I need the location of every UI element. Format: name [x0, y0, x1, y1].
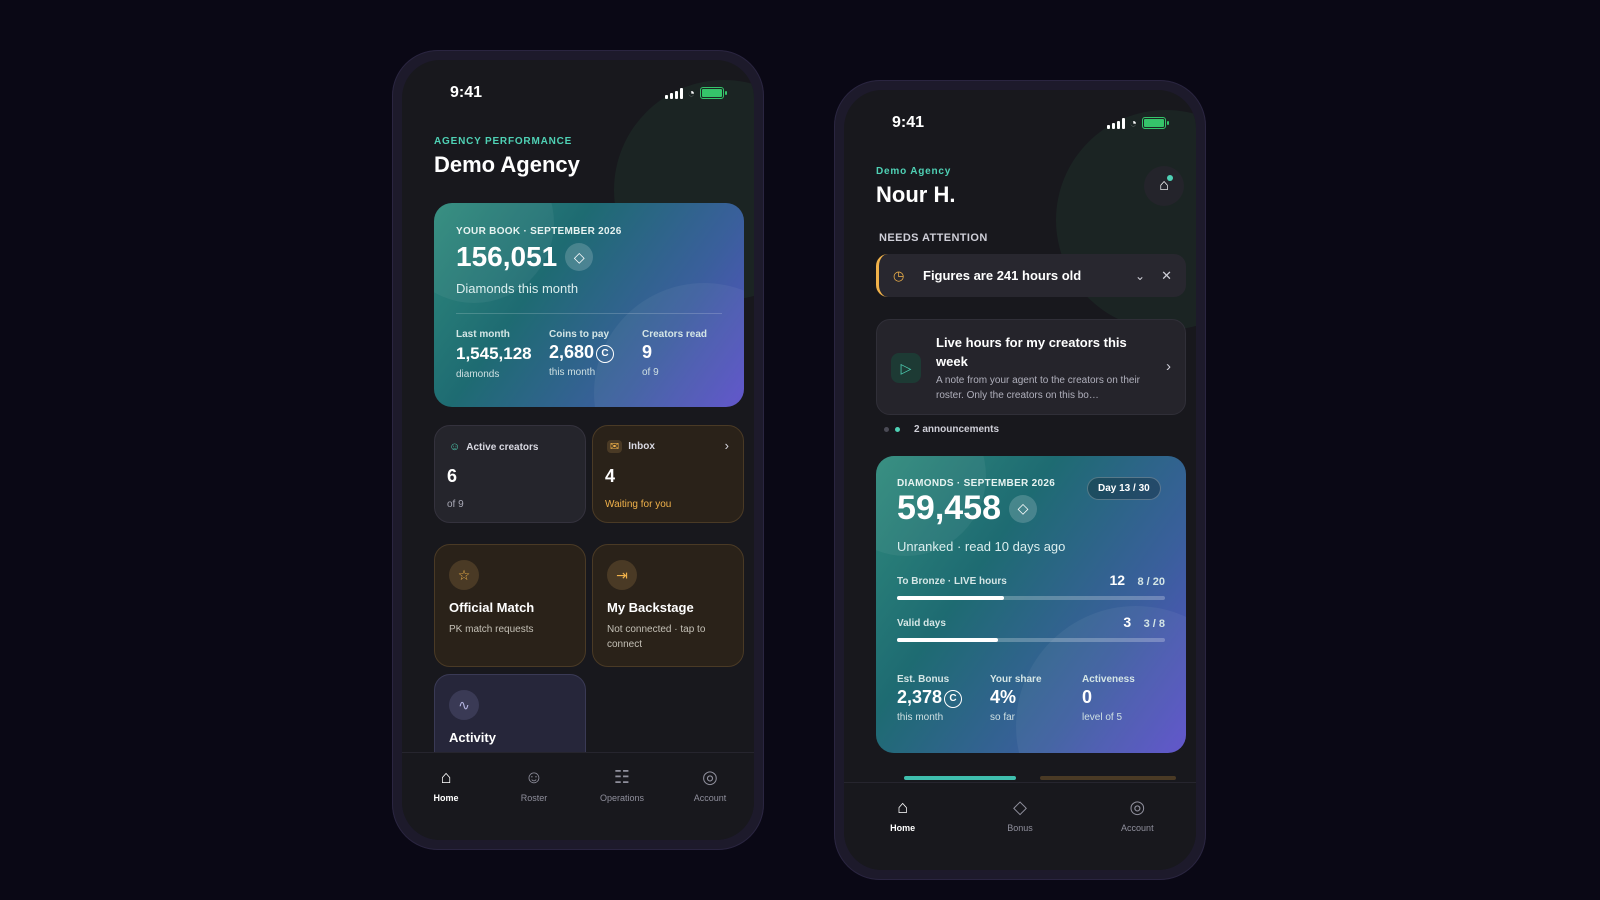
diamonds-hero-card[interactable]: DIAMONDS · SEPTEMBER 2026 Day 13 / 30 59… — [876, 456, 1186, 753]
hero-value: 156,051 — [456, 241, 558, 272]
bronze-progress-bar — [897, 596, 1165, 600]
phone-creator: 9:41 ◔ Demo Agency Nour H. ⌂ NEEDS ATTEN… — [834, 80, 1206, 880]
phone-agency-screen: 9:41 ◔ AGENCY PERFORMANCE Demo Agency YO… — [402, 60, 754, 840]
section-label: NEEDS ATTENTION — [879, 232, 988, 244]
backstage-tile[interactable]: ⇥ My Backstage Not connected · tap to co… — [592, 544, 744, 667]
home-icon: ⌂ — [897, 797, 909, 817]
hero-label: YOUR BOOK · SEPTEMBER 2026 — [456, 226, 622, 237]
battery-icon — [700, 87, 727, 99]
pulse-icon: ∿ — [449, 690, 479, 720]
next-card-peek-teal — [904, 776, 1016, 780]
announcement-pager[interactable]: 2 announcements — [884, 424, 999, 435]
page-eyebrow: AGENCY PERFORMANCE — [434, 136, 573, 147]
users-icon: ☺ — [449, 441, 461, 453]
users-icon: ☺ — [524, 767, 544, 787]
next-card-peek-amber — [1040, 776, 1176, 780]
tab-home[interactable]: ⌂ Home — [868, 797, 938, 870]
page-title: Nour H. — [876, 182, 956, 207]
active-creators-tile[interactable]: ☺ Active creators 6 of 9 — [434, 425, 586, 523]
account-icon: ◎ — [1129, 797, 1146, 817]
bronze-progress-fill — [897, 596, 1005, 600]
stat-coins-to-pay: Coins to pay 2,680 C this month — [549, 329, 615, 378]
diamond-icon: ◇ — [565, 243, 594, 271]
tab-operations[interactable]: ☷ Operations — [587, 767, 657, 840]
hero-subtitle: Diamonds this month — [456, 281, 579, 296]
clock-icon: ◷ — [893, 267, 905, 283]
coin-icon: C — [596, 344, 615, 363]
page-title: Demo Agency — [434, 152, 580, 177]
status-time: 9:41 — [450, 84, 483, 101]
inbox-tile[interactable]: ✉ Inbox › 4 Waiting for you — [592, 425, 744, 523]
login-icon: ⇥ — [607, 560, 637, 590]
coin-icon: C — [944, 689, 963, 708]
stat-last-month: Last month 1,545,128 diamonds — [456, 329, 532, 380]
mail-icon: ✉ — [607, 440, 623, 453]
megaphone-icon: ▷ — [891, 353, 921, 383]
hero-label: DIAMONDS · SEPTEMBER 2026 — [897, 478, 1056, 489]
phone-agency: 9:41 ◔ AGENCY PERFORMANCE Demo Agency YO… — [392, 50, 764, 850]
trophy-icon: ☆ — [449, 560, 479, 590]
pager-dot — [884, 427, 889, 432]
stat-your-share: Your share 4% so far — [990, 674, 1042, 723]
stat-activeness: Activeness 0 level of 5 — [1082, 674, 1135, 723]
tab-bar: ⌂ Home ☺ Roster ☷ Operations ◎ Account — [402, 752, 754, 840]
close-icon[interactable]: ✕ — [1161, 268, 1172, 284]
diamond-icon: ◇ — [1013, 797, 1027, 817]
stale-figures-alert[interactable]: ◷ Figures are 241 hours old ⌄ ✕ — [876, 254, 1186, 297]
announcement-card[interactable]: ▷ Live hours for my creators this week A… — [876, 319, 1186, 415]
pager-dot-active — [895, 427, 900, 432]
valid-days-progress-bar — [897, 638, 1165, 642]
tab-roster[interactable]: ☺ Roster — [499, 767, 569, 840]
status-bar: 9:41 ◔ — [844, 114, 1196, 132]
grid-icon: ☷ — [613, 767, 631, 787]
status-time: 9:41 — [892, 114, 925, 131]
day-progress-pill: Day 13 / 30 — [1087, 477, 1161, 500]
wifi-icon: ◔ — [687, 86, 695, 100]
signal-icon — [664, 87, 683, 99]
tab-account[interactable]: ◎ Account — [675, 767, 745, 840]
tab-bonus[interactable]: ◇ Bonus — [985, 797, 1055, 870]
page-eyebrow: Demo Agency — [876, 166, 952, 177]
tab-bar: ⌂ Home ◇ Bonus ◎ Account — [844, 782, 1196, 870]
stat-est-bonus: Est. Bonus 2,378 C this month — [897, 674, 963, 723]
tab-home[interactable]: ⌂ Home — [411, 767, 481, 840]
signal-icon — [1106, 117, 1125, 129]
diamond-icon: ◇ — [1009, 494, 1037, 523]
valid-days-progress-fill — [897, 638, 998, 642]
wifi-icon: ◔ — [1129, 116, 1137, 130]
divider — [456, 313, 722, 314]
phone-creator-screen: 9:41 ◔ Demo Agency Nour H. ⌂ NEEDS ATTEN… — [844, 90, 1196, 870]
chevron-right-icon: › — [724, 438, 729, 453]
home-icon: ⌂ — [440, 767, 452, 787]
chevron-down-icon[interactable]: ⌄ — [1135, 269, 1145, 283]
notification-bell-button[interactable]: ⌂ — [1144, 166, 1184, 206]
stat-creators-read: Creators read 9 of 9 — [642, 329, 708, 378]
unread-dot — [1167, 175, 1173, 181]
status-bar: 9:41 ◔ — [402, 84, 754, 102]
background-glow — [1056, 110, 1196, 330]
tab-account[interactable]: ◎ Account — [1102, 797, 1172, 870]
battery-icon — [1142, 117, 1169, 129]
official-match-tile[interactable]: ☆ Official Match PK match requests — [434, 544, 586, 667]
hero-value: 59,458 — [897, 489, 1001, 527]
hero-subtitle: Unranked · read 10 days ago — [897, 539, 1066, 554]
chevron-right-icon: › — [1166, 358, 1171, 375]
book-hero-card[interactable]: YOUR BOOK · SEPTEMBER 2026 156,051 ◇ Dia… — [434, 203, 744, 407]
account-icon: ◎ — [702, 767, 718, 787]
